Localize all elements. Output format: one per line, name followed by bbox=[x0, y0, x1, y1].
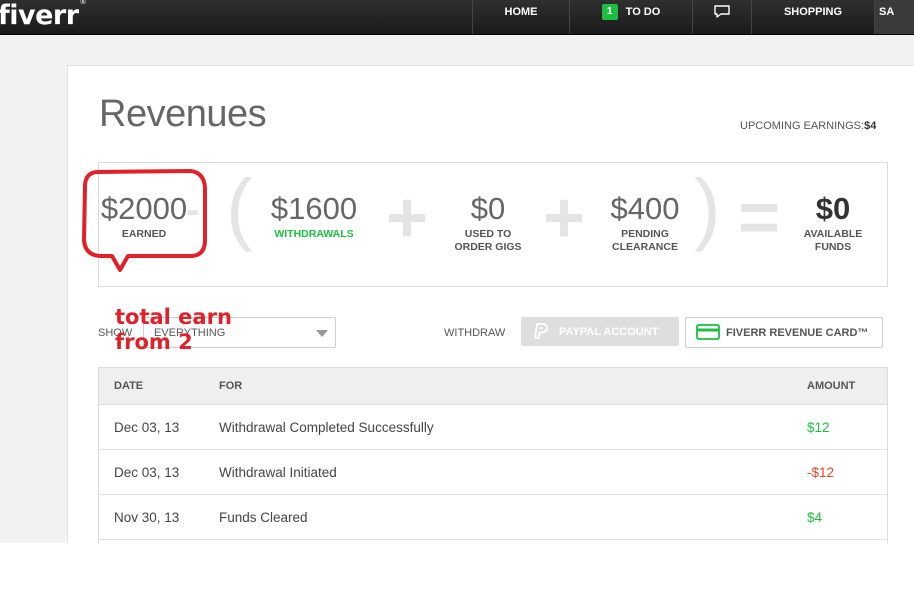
annotation-line-1: total earn bbox=[115, 305, 232, 329]
annotation-callout-shape bbox=[82, 169, 207, 272]
annotation-text: total earn from 2 bbox=[115, 305, 245, 355]
annotation-callout bbox=[82, 169, 207, 272]
annotation-line-2: from 2 bbox=[115, 330, 193, 354]
